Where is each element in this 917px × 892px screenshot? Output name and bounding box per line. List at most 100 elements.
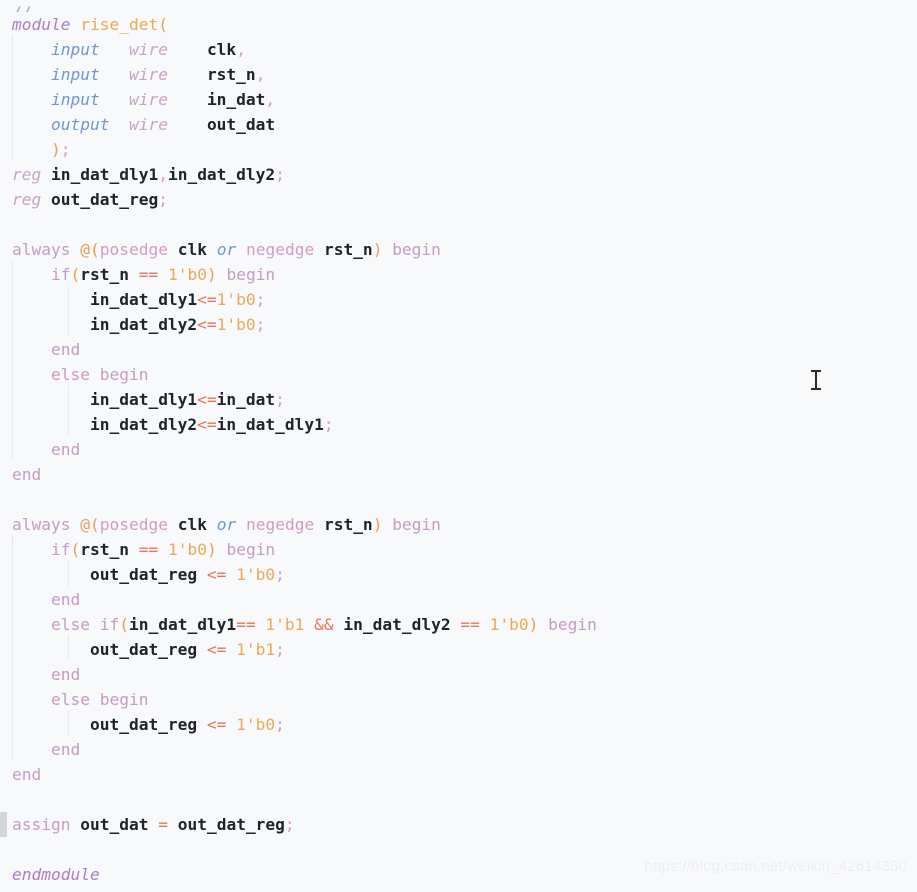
code-token: out_dat: [206, 115, 276, 134]
code-line[interactable]: input wire rst_n,: [0, 62, 917, 87]
code-token: rst_n: [323, 240, 373, 259]
code-line[interactable]: else begin: [0, 362, 917, 387]
code-token: in_dat_dly1: [128, 615, 237, 634]
code-line[interactable]: output wire out_dat: [0, 112, 917, 137]
code-token: input: [50, 65, 100, 84]
code-token: @(: [80, 240, 100, 259]
code-line[interactable]: endmodule: [0, 862, 917, 887]
code-line[interactable]: out_dat_reg <= 1'b0;: [0, 712, 917, 737]
code-line[interactable]: in_dat_dly1<=in_dat;: [0, 387, 917, 412]
code-token: ;: [275, 640, 285, 659]
code-token: output: [50, 115, 110, 134]
code-line[interactable]: out_dat_reg <= 1'b1;: [0, 637, 917, 662]
code-line[interactable]: reg in_dat_dly1,in_dat_dly2;: [0, 162, 917, 187]
code-line[interactable]: //: [0, 0, 917, 12]
code-line[interactable]: end: [0, 762, 917, 787]
code-line[interactable]: in_dat_dly2<=in_dat_dly1;: [0, 412, 917, 437]
code-line[interactable]: end: [0, 587, 917, 612]
code-line[interactable]: end: [0, 437, 917, 462]
code-token: ==: [236, 615, 256, 634]
code-line[interactable]: always @(posedge clk or negedge rst_n) b…: [0, 237, 917, 262]
code-line[interactable]: end: [0, 337, 917, 362]
code-token: clk: [177, 240, 207, 259]
code-token: if: [99, 615, 120, 634]
code-line[interactable]: [0, 787, 917, 812]
code-token: rst_n: [80, 265, 129, 284]
code-token: in_dat: [206, 90, 266, 109]
code-line[interactable]: assign out_dat = out_dat_reg;: [0, 812, 917, 837]
code-line[interactable]: else begin: [0, 687, 917, 712]
code-token: input: [50, 90, 100, 109]
code-token: ): [372, 515, 383, 534]
code-line[interactable]: end: [0, 462, 917, 487]
code-token: end: [50, 340, 81, 359]
code-token: 1'b0: [236, 715, 276, 734]
code-token: wire: [128, 115, 168, 134]
code-token: begin: [99, 365, 149, 384]
code-line[interactable]: [0, 487, 917, 512]
code-editor-viewport[interactable]: //module rise_det( input wire clk, input…: [0, 0, 917, 892]
code-token: assign: [12, 815, 71, 834]
code-line[interactable]: reg out_dat_reg;: [0, 187, 917, 212]
code-token: <=: [197, 415, 217, 434]
code-line[interactable]: end: [0, 737, 917, 762]
code-token: clk: [206, 40, 237, 59]
code-line[interactable]: input wire in_dat,: [0, 87, 917, 112]
code-line[interactable]: if(rst_n == 1'b0) begin: [0, 262, 917, 287]
code-line[interactable]: else if(in_dat_dly1== 1'b1 && in_dat_dly…: [0, 612, 917, 637]
code-token: negedge: [245, 515, 315, 534]
code-token: ,: [236, 40, 246, 59]
changed-line-marker: [0, 812, 7, 837]
code-token: in_dat_dly1: [216, 415, 324, 434]
code-line[interactable]: );: [0, 137, 917, 162]
code-token: module: [12, 15, 71, 34]
code-line[interactable]: [0, 212, 917, 237]
code-token: <=: [197, 390, 217, 409]
code-token: begin: [392, 515, 441, 534]
code-token: end: [50, 590, 81, 609]
code-token: <=: [197, 315, 217, 334]
code-token: &&: [314, 615, 334, 634]
code-token: @(: [80, 515, 100, 534]
code-token: (: [119, 615, 129, 634]
code-line[interactable]: input wire clk,: [0, 37, 917, 62]
code-line[interactable]: in_dat_dly1<=1'b0;: [0, 287, 917, 312]
code-token: in_dat_dly2: [167, 165, 276, 184]
code-token: clk: [177, 515, 207, 534]
code-token: out_dat_reg: [89, 715, 198, 734]
code-line[interactable]: [0, 837, 917, 862]
code-line[interactable]: end: [0, 662, 917, 687]
code-token: 1'b0: [167, 540, 207, 559]
code-token: rst_n: [323, 515, 373, 534]
code-token: in_dat: [216, 390, 276, 409]
code-line[interactable]: if(rst_n == 1'b0) begin: [0, 537, 917, 562]
code-line[interactable]: module rise_det(: [0, 12, 917, 37]
code-line[interactable]: always @(posedge clk or negedge rst_n) b…: [0, 512, 917, 537]
code-line[interactable]: in_dat_dly2<=1'b0;: [0, 312, 917, 337]
code-token: (: [158, 15, 168, 34]
source-code-area[interactable]: //module rise_det( input wire clk, input…: [0, 0, 917, 892]
code-token: ,: [255, 65, 266, 84]
code-token: ): [50, 140, 61, 159]
code-line[interactable]: out_dat_reg <= 1'b0;: [0, 562, 917, 587]
code-token: in_dat_dly2: [89, 415, 198, 434]
code-token: <=: [206, 715, 227, 734]
